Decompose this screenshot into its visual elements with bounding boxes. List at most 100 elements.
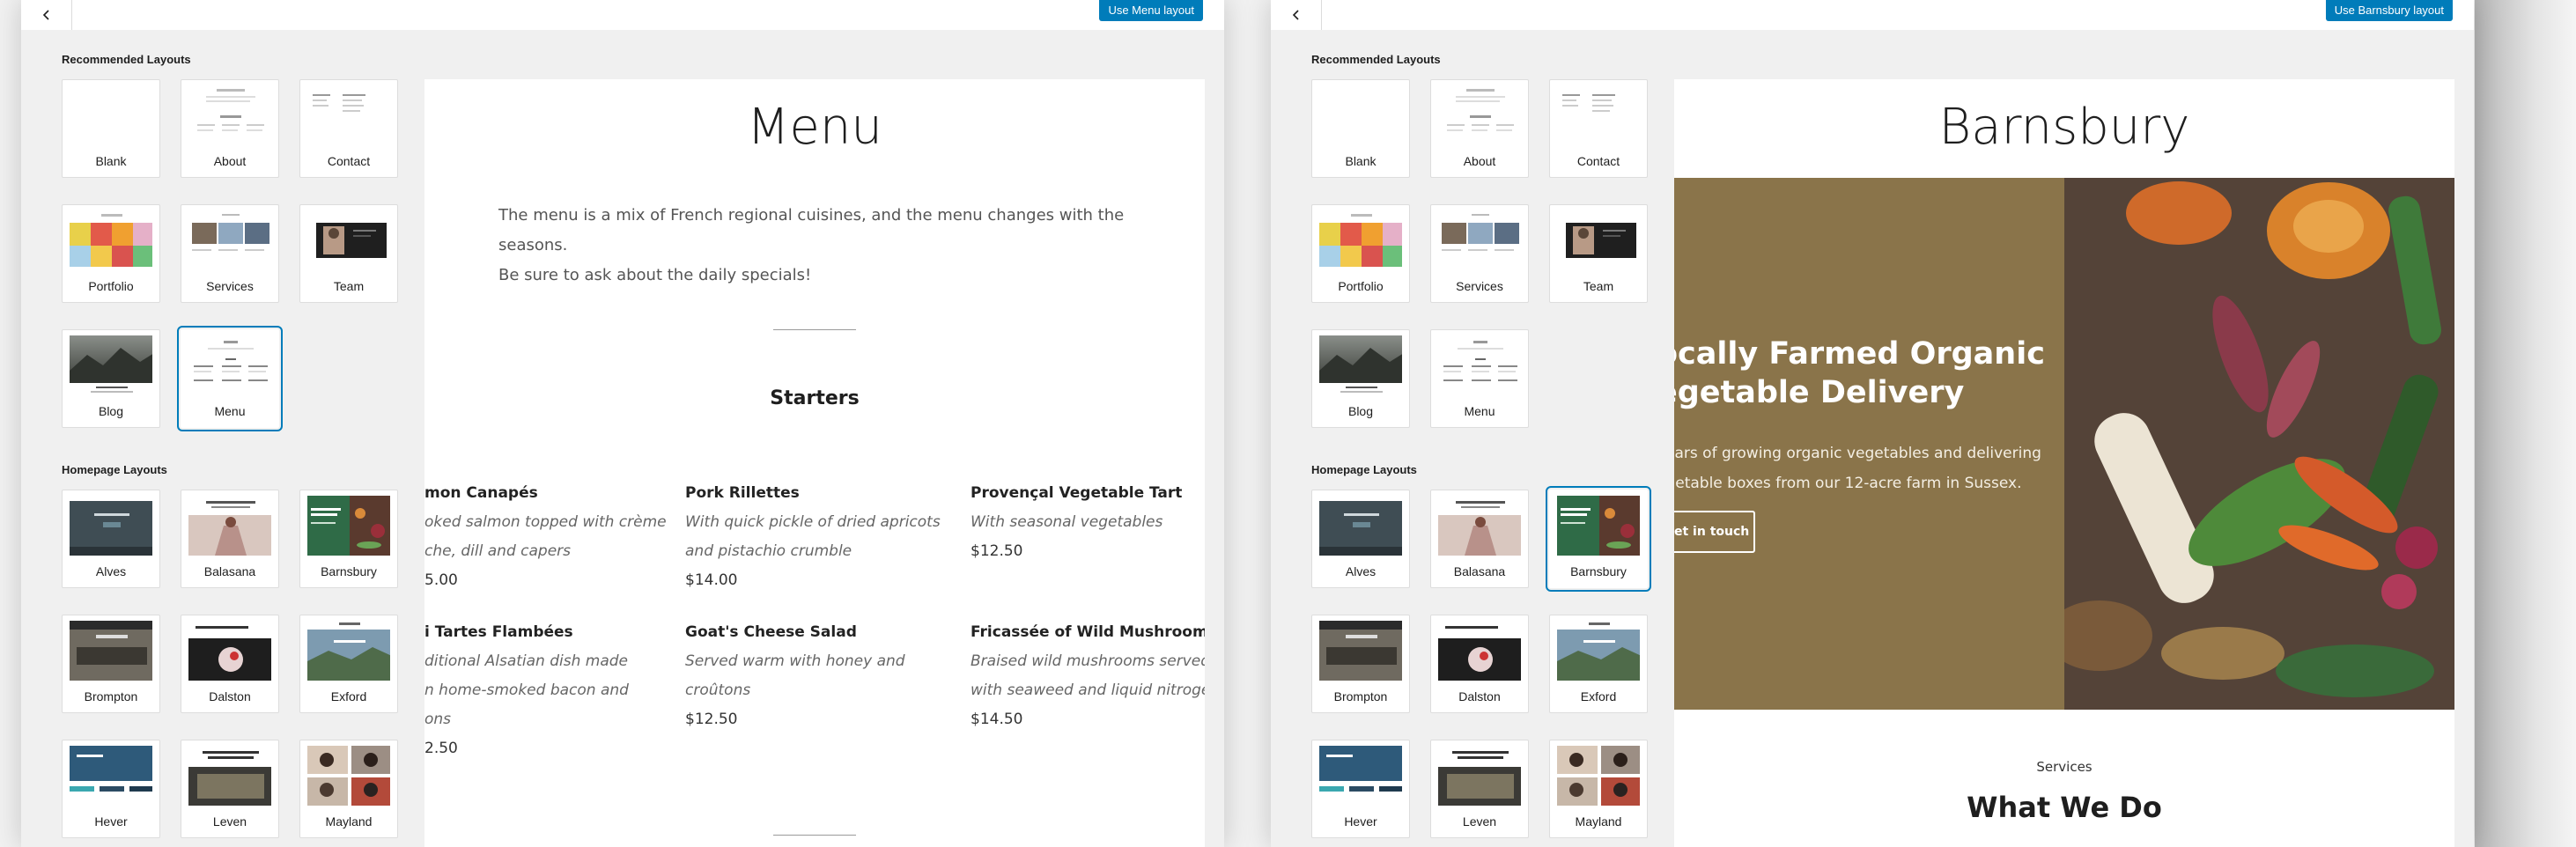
layout-thumb-hever[interactable]: Hever	[62, 740, 160, 838]
hero-panel: ocally Farmed Organic egetable Delivery …	[1674, 178, 2064, 710]
menu-item: mon Canapés oked salmon topped with crèm…	[424, 479, 680, 595]
layout-thumb-label: About	[1463, 154, 1496, 168]
menu-item-desc: Served warm with honey and	[685, 652, 905, 670]
layout-thumb-dalston[interactable]: Dalston	[181, 615, 279, 713]
menu-item-desc: and pistachio crumble	[685, 542, 853, 560]
layout-preview-image	[188, 210, 271, 270]
use-layout-button[interactable]: Use Barnsbury layout	[2325, 0, 2453, 21]
menu-item-price: 5.00	[424, 571, 458, 589]
back-button[interactable]	[21, 0, 72, 30]
layout-thumb-mayland[interactable]: Mayland	[1549, 740, 1648, 838]
layout-thumb-label: Contact	[327, 154, 371, 168]
layout-thumb-portfolio[interactable]: Portfolio	[62, 204, 160, 303]
services-heading: What We Do	[1967, 791, 2162, 824]
layout-thumb-barnsbury[interactable]: Barnsbury	[1546, 486, 1651, 592]
layout-preview-image	[1438, 621, 1521, 681]
layout-thumb-blank[interactable]: Blank	[62, 79, 160, 178]
vegetables-photo	[2064, 178, 2454, 710]
layout-thumb-label: Services	[1456, 279, 1503, 293]
layout-thumb-balasana[interactable]: Balasana	[181, 490, 279, 588]
layout-thumb-hever[interactable]: Hever	[1311, 740, 1410, 838]
layout-thumb-label: Blank	[1345, 154, 1377, 168]
layout-thumb-brompton[interactable]: Brompton	[1311, 615, 1410, 713]
layout-thumb-exford[interactable]: Exford	[299, 615, 398, 713]
preview-intro: The menu is a mix of French regional cui…	[498, 201, 1168, 291]
layout-thumb-label: Menu	[1464, 404, 1495, 418]
layout-thumb-leven[interactable]: Leven	[1430, 740, 1529, 838]
menu-item-name: i Tartes Flambées	[424, 623, 573, 641]
layout-thumb-contact[interactable]: Contact	[1549, 79, 1648, 178]
layout-thumb-label: Menu	[214, 404, 246, 418]
layout-thumb-about[interactable]: About	[181, 79, 279, 178]
layout-thumb-label: Brompton	[84, 689, 138, 703]
layout-thumb-services[interactable]: Services	[1430, 204, 1529, 303]
layout-preview-image	[70, 746, 152, 806]
layout-thumb-label: Blog	[98, 404, 124, 418]
layout-preview-image	[307, 621, 390, 681]
use-layout-button[interactable]: Use Menu layout	[1099, 0, 1203, 21]
menu-item-price: $14.00	[685, 571, 738, 589]
layout-preview: Barnsbury ocally Farmed Organic egetable…	[1674, 79, 2454, 847]
layout-preview-image	[188, 335, 271, 395]
menu-item-desc: ditional Alsatian dish made	[424, 652, 629, 670]
layout-thumb-team[interactable]: Team	[1549, 204, 1648, 303]
layout-thumb-label: Hever	[94, 814, 128, 829]
layout-preview-image	[1557, 210, 1640, 270]
layout-thumb-leven[interactable]: Leven	[181, 740, 279, 838]
hero-body-line: egetable boxes from our 12-acre farm in …	[1674, 475, 2022, 492]
layout-thumb-contact[interactable]: Contact	[299, 79, 398, 178]
layout-picker-menu: Use Menu layout Recommended Layouts Blan…	[21, 0, 1224, 847]
layout-thumb-label: Exford	[1580, 689, 1617, 703]
layout-preview-image	[1319, 496, 1402, 556]
layout-thumb-brompton[interactable]: Brompton	[62, 615, 160, 713]
layout-preview-image	[1438, 210, 1521, 270]
get-in-touch-button[interactable]: et in touch	[1674, 511, 1755, 553]
layout-thumb-blog[interactable]: Blog	[1311, 329, 1410, 428]
layout-thumb-label: Mayland	[325, 814, 373, 829]
menu-item-name: Provençal Vegetable Tart	[971, 484, 1183, 502]
layout-thumb-alves[interactable]: Alves	[62, 490, 160, 588]
layout-thumb-blog[interactable]: Blog	[62, 329, 160, 428]
menu-item: Provençal Vegetable Tart With seasonal v…	[971, 479, 1205, 566]
layout-thumb-portfolio[interactable]: Portfolio	[1311, 204, 1410, 303]
layout-thumb-services[interactable]: Services	[181, 204, 279, 303]
layout-thumb-dalston[interactable]: Dalston	[1430, 615, 1529, 713]
layout-thumb-label: Contact	[1576, 154, 1620, 168]
layout-preview-image	[307, 746, 390, 806]
hero-body-line: years of growing organic vegetables and …	[1674, 445, 2041, 462]
layout-thumb-label: Team	[333, 279, 365, 293]
hero-heading-line: egetable Delivery	[1674, 375, 1965, 410]
layout-thumb-blank[interactable]: Blank	[1311, 79, 1410, 178]
top-bar: Use Menu layout	[21, 0, 1224, 30]
layout-preview-image	[1557, 621, 1640, 681]
layout-preview-image	[1319, 335, 1402, 395]
layout-preview-image	[188, 496, 271, 556]
layout-thumb-label: Barnsbury	[1570, 564, 1627, 578]
layout-thumb-team[interactable]: Team	[299, 204, 398, 303]
layout-thumb-barnsbury[interactable]: Barnsbury	[299, 490, 398, 588]
layout-thumb-label: Balasana	[203, 564, 256, 578]
menu-item-name: Pork Rillettes	[685, 484, 800, 502]
layout-thumb-label: Balasana	[1453, 564, 1506, 578]
menu-item: Goat's Cheese Salad Served warm with hon…	[685, 618, 941, 734]
layout-preview-image	[307, 496, 390, 556]
separator	[773, 329, 856, 330]
layout-preview-image	[1557, 496, 1640, 556]
layout-thumb-balasana[interactable]: Balasana	[1430, 490, 1529, 588]
menu-item-desc: Braised wild mushrooms served	[971, 652, 1205, 670]
layout-thumb-alves[interactable]: Alves	[1311, 490, 1410, 588]
layout-thumb-exford[interactable]: Exford	[1549, 615, 1648, 713]
layout-thumb-mayland[interactable]: Mayland	[299, 740, 398, 838]
layout-preview-image	[188, 85, 271, 145]
homepage-layouts-heading: Homepage Layouts	[62, 463, 167, 476]
layout-thumb-about[interactable]: About	[1430, 79, 1529, 178]
layout-preview-image	[1438, 746, 1521, 806]
menu-item-desc: ons	[424, 711, 452, 728]
layout-thumb-label: Dalston	[209, 689, 251, 703]
layout-thumb-label: Barnsbury	[321, 564, 377, 578]
layout-thumb-label: Hever	[1344, 814, 1377, 829]
layout-thumb-menu[interactable]: Menu	[177, 326, 283, 431]
layout-thumb-menu[interactable]: Menu	[1430, 329, 1529, 428]
back-button[interactable]	[1271, 0, 1322, 30]
menu-item-price: $12.50	[685, 711, 738, 728]
